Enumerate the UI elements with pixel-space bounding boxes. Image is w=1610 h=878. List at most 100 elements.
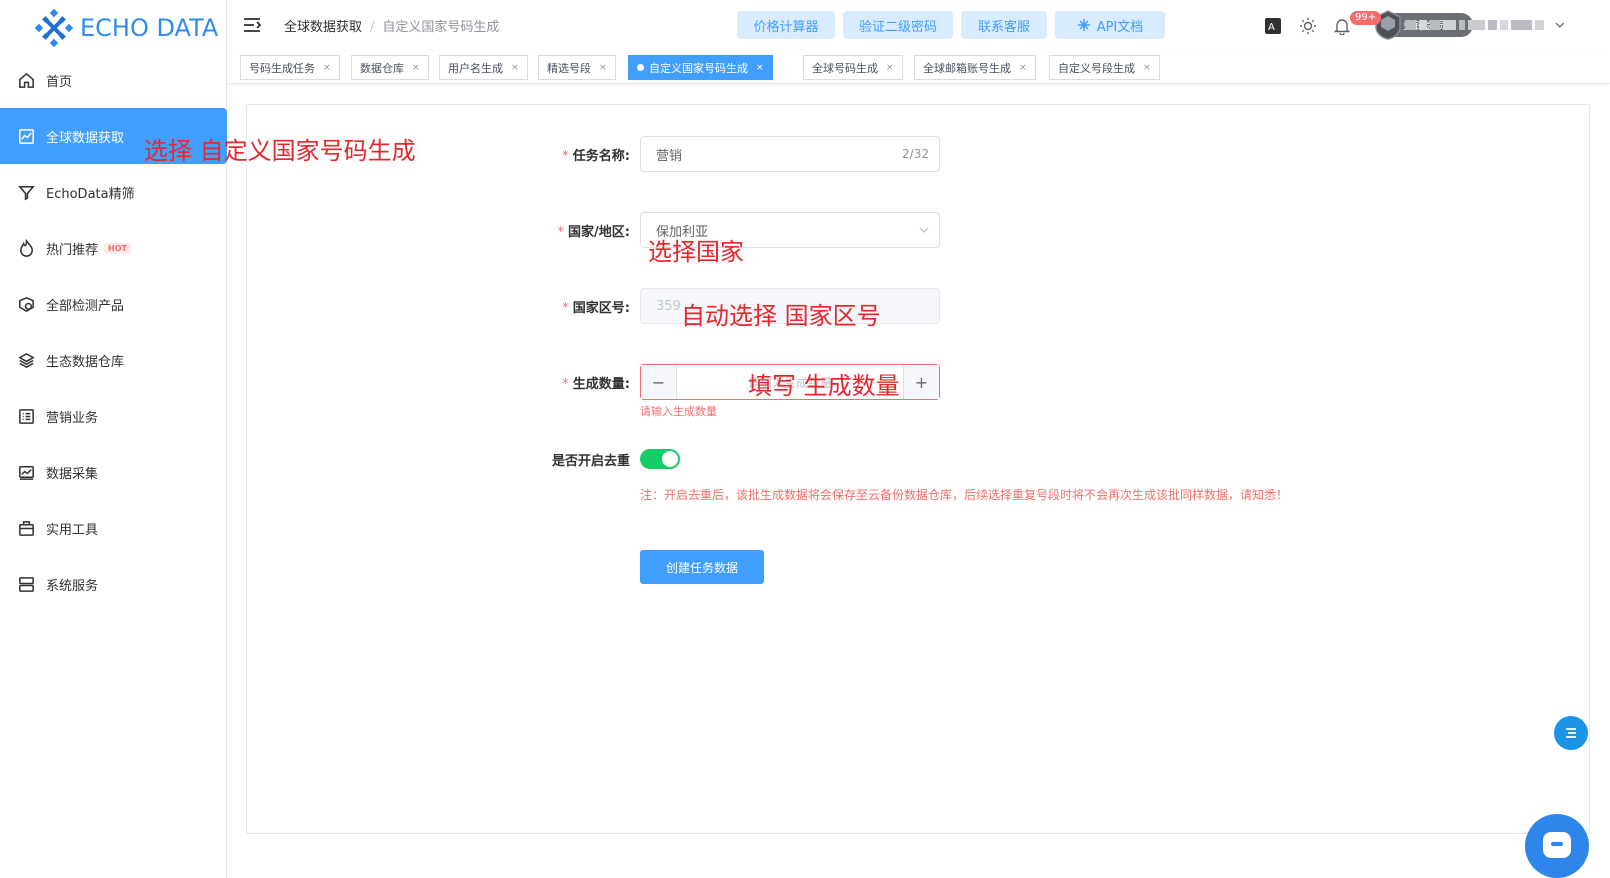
filter-icon: [16, 182, 36, 202]
active-dot: [637, 64, 644, 71]
search-box-icon: [16, 294, 36, 314]
chevron-down-icon: [1555, 22, 1565, 28]
tag-custom-segment[interactable]: 自定义号段生成 ×: [1049, 55, 1160, 80]
close-icon[interactable]: ×: [1143, 63, 1151, 73]
verify-password-button[interactable]: 验证二级密码: [843, 11, 953, 39]
collect-icon: [16, 462, 36, 482]
logo-text: ECHO DATA: [80, 14, 219, 42]
tag-label: 号码生成任务: [249, 61, 315, 75]
sidebar-item-label: 全部检测产品: [46, 298, 125, 314]
task-name-label: * 任务名称:: [562, 149, 630, 164]
sidebar-item-label: 热门推荐: [46, 242, 99, 258]
sidebar-item-home[interactable]: 首页: [0, 52, 227, 108]
sidebar-item-label: EchoData精筛: [46, 186, 135, 202]
char-count: 2/32: [902, 147, 929, 161]
breadcrumb-current: 自定义国家号码生成: [382, 20, 500, 35]
close-icon[interactable]: ×: [511, 63, 519, 73]
sidebar-item-tools[interactable]: 实用工具: [0, 500, 227, 556]
breadcrumb-item[interactable]: 全球数据获取: [284, 20, 362, 35]
tag-label: 用户名生成: [448, 61, 503, 75]
sidebar-item-data-collect[interactable]: 数据采集: [0, 444, 227, 500]
sidebar-item-label: 系统服务: [46, 578, 99, 594]
tag-global-number[interactable]: 全球号码生成 ×: [803, 55, 903, 80]
annotation-quantity: 填写 生成数量: [748, 372, 900, 400]
list-icon: [1566, 728, 1576, 738]
task-name-input[interactable]: 营销 2/32: [640, 136, 940, 172]
dedupe-note: 注：开启去重后，该批生成数据将会保存至云备份数据仓库，后续选择重复号段时将不会再…: [640, 488, 1289, 502]
tag-custom-country[interactable]: 自定义国家号码生成 ×: [628, 55, 773, 80]
sidebar-item-label: 营销业务: [46, 410, 99, 426]
annotation-area-code: 自动选择 国家区号: [681, 302, 881, 330]
sidebar-item-label: 首页: [46, 74, 73, 90]
increment-button[interactable]: +: [903, 365, 939, 399]
close-icon[interactable]: ×: [1019, 63, 1027, 73]
sidebar-item-label: 实用工具: [46, 522, 99, 538]
briefcase-icon: [16, 518, 36, 538]
close-icon[interactable]: ×: [886, 63, 894, 73]
api-icon: [1077, 19, 1090, 31]
area-code-value: 359: [656, 298, 681, 314]
annotation-select-country: 选择国家: [648, 238, 744, 266]
notification-bell-icon[interactable]: [1333, 17, 1351, 35]
sidebar-item-echodata-filter[interactable]: EchoData精筛: [0, 164, 227, 220]
tag-label: 自定义号段生成: [1058, 61, 1135, 75]
sidebar-item-label: 全球数据获取: [46, 130, 125, 146]
home-icon: [16, 70, 36, 90]
hot-badge: HOT: [104, 242, 131, 254]
logo[interactable]: ECHO DATA: [34, 8, 218, 48]
tag-label: 全球号码生成: [812, 61, 878, 75]
logo-icon: [34, 8, 74, 48]
chevron-down-icon: [919, 227, 929, 233]
tag-selected-segment[interactable]: 精选号段 ×: [538, 55, 616, 80]
breadcrumb: 全球数据获取 / 自定义国家号码生成: [284, 20, 500, 35]
float-menu-button[interactable]: [1554, 716, 1588, 750]
tag-global-email[interactable]: 全球邮箱账号生成 ×: [914, 55, 1036, 80]
sidebar-item-all-products[interactable]: 全部检测产品: [0, 276, 227, 332]
server-icon: [16, 574, 36, 594]
contact-support-button[interactable]: 联系客服: [961, 11, 1047, 39]
tag-label: 自定义国家号码生成: [649, 61, 748, 75]
tag-username-gen[interactable]: 用户名生成 ×: [439, 55, 528, 80]
close-icon[interactable]: ×: [412, 63, 420, 73]
decrement-button[interactable]: −: [641, 365, 677, 399]
fire-icon: [16, 238, 36, 258]
sidebar-item-system[interactable]: 系统服务: [0, 556, 227, 612]
price-calculator-button[interactable]: 价格计算器: [737, 11, 835, 39]
chart-icon: [16, 126, 36, 146]
dedupe-label: 是否开启去重: [551, 454, 630, 469]
country-label: * 国家/地区:: [557, 225, 630, 240]
sidebar-item-label: 数据采集: [46, 466, 99, 482]
close-icon[interactable]: ×: [756, 63, 764, 73]
sidebar-item-hot[interactable]: 热门推荐 HOT: [0, 220, 227, 276]
sidebar-item-label: 生态数据仓库: [46, 354, 125, 370]
sidebar-item-data-warehouse[interactable]: 生态数据仓库: [0, 332, 227, 388]
svg-text:A: A: [1268, 22, 1275, 33]
tag-label: 全球邮箱账号生成: [923, 61, 1011, 75]
translate-icon[interactable]: A: [1264, 17, 1282, 35]
tag-data-warehouse[interactable]: 数据仓库 ×: [351, 55, 429, 80]
tag-number-task[interactable]: 号码生成任务 ×: [240, 55, 340, 80]
layers-icon: [16, 350, 36, 370]
sidebar-item-marketing[interactable]: 营销业务: [0, 388, 227, 444]
switch-knob: [662, 451, 678, 467]
quantity-error: 请输入生成数量: [640, 405, 717, 418]
notification-count-badge: 99+: [1350, 11, 1382, 25]
annotation-select-menu: 选择 自定义国家号码生成: [144, 137, 416, 165]
theme-sun-icon[interactable]: [1299, 17, 1317, 35]
chat-bubble-icon: [1543, 832, 1571, 858]
dedupe-switch[interactable]: [640, 449, 680, 469]
api-docs-button[interactable]: API文档: [1055, 11, 1165, 39]
close-icon[interactable]: ×: [323, 63, 331, 73]
top-header: 全球数据获取 / 自定义国家号码生成 价格计算器 验证二级密码 联系客服 API文档…: [227, 0, 1610, 50]
task-name-value: 营销: [656, 148, 683, 164]
create-task-button[interactable]: 创建任务数据: [640, 550, 764, 584]
area-code-label: * 国家区号:: [562, 301, 630, 316]
api-docs-label: API文档: [1096, 19, 1144, 35]
chat-button[interactable]: [1525, 814, 1589, 878]
list-icon: [16, 406, 36, 426]
tag-label: 精选号段: [547, 61, 591, 75]
user-menu[interactable]: [1405, 18, 1565, 32]
tags-view: 号码生成任务 × 数据仓库 × 用户名生成 × 精选号段 × 自定义国家号码生成 × 全球…: [227, 52, 1610, 84]
close-icon[interactable]: ×: [599, 63, 607, 73]
menu-toggle-icon[interactable]: [243, 17, 261, 33]
